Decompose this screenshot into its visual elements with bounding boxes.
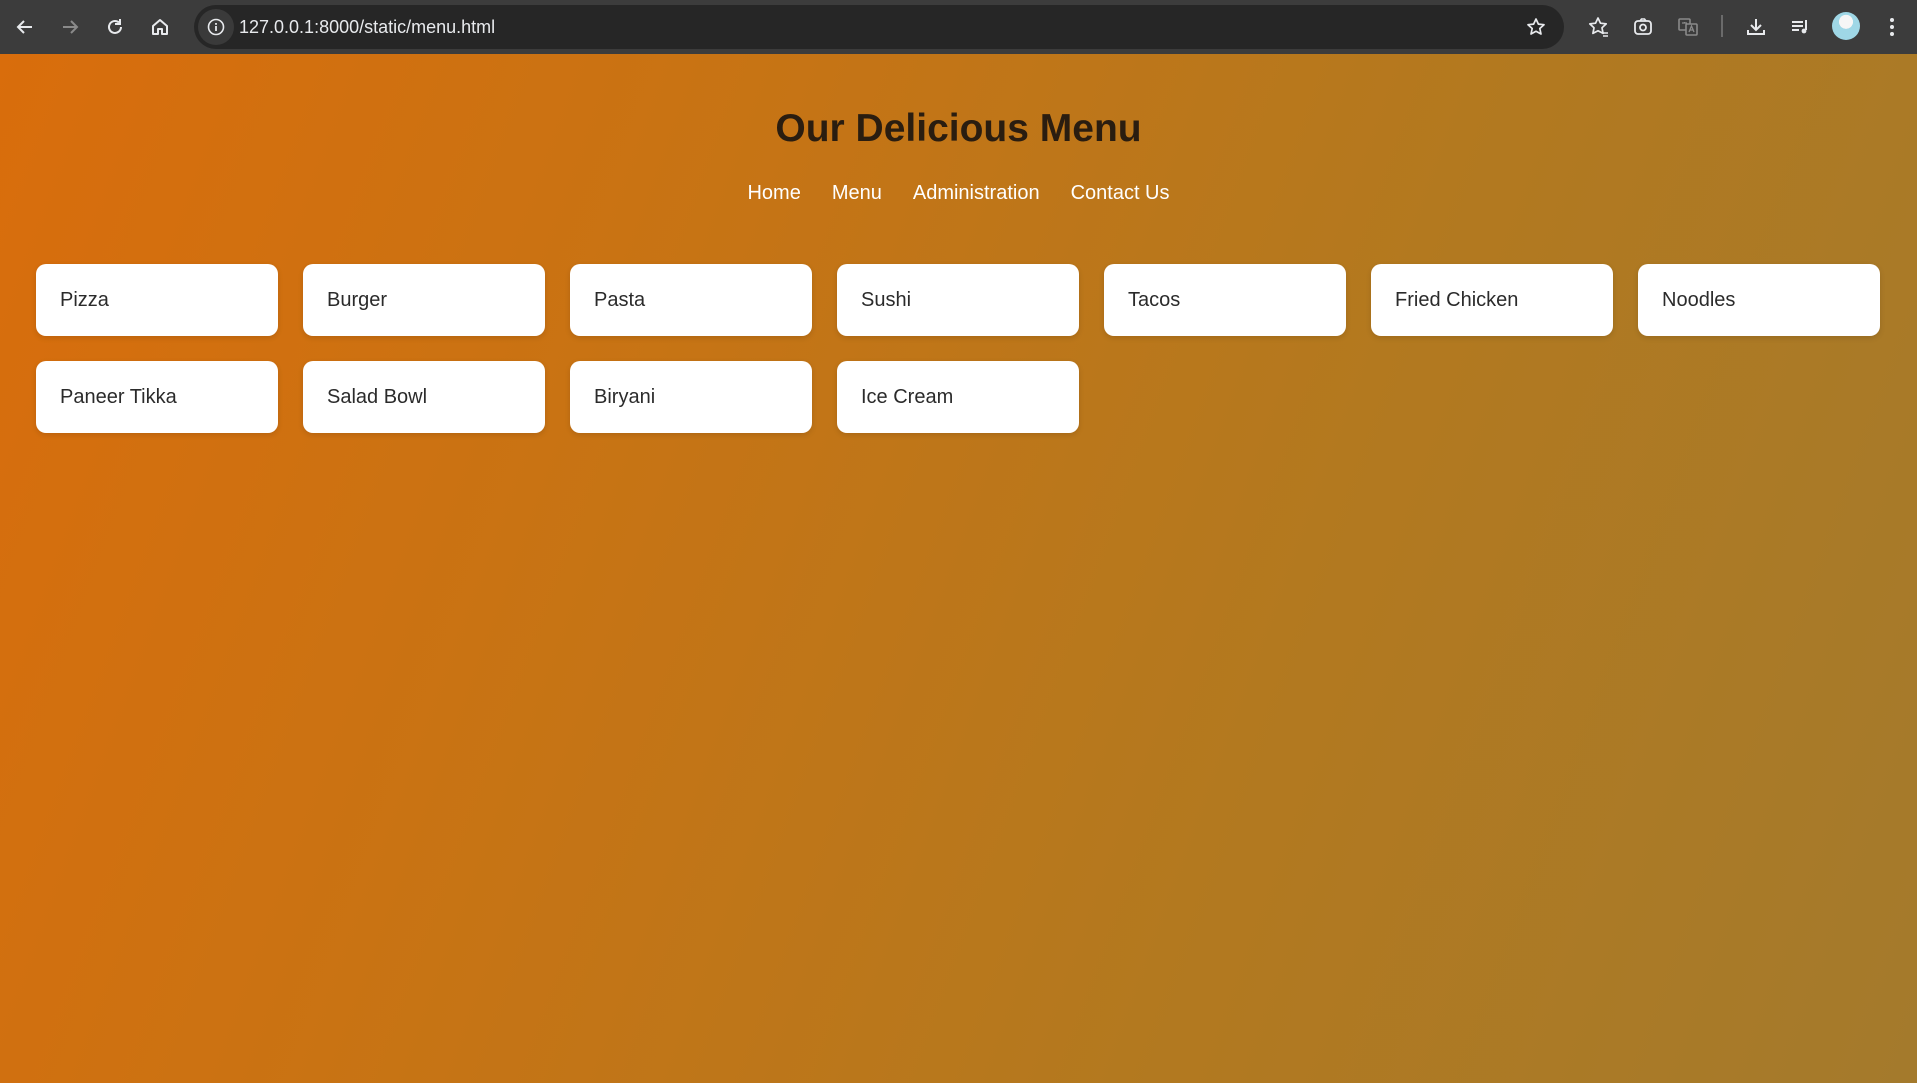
avatar[interactable] [1832, 12, 1860, 40]
reading-list-icon [1792, 20, 1807, 34]
bookmark-button[interactable] [1518, 9, 1554, 45]
menu-item-pizza[interactable]: Pizza [36, 264, 278, 336]
menu-item-biryani[interactable]: Biryani [570, 361, 812, 433]
back-arrow-icon [16, 20, 32, 34]
url-text[interactable]: 127.0.0.1:8000/static/menu.html [239, 5, 495, 49]
main-nav: Home Menu Administration Contact Us [0, 176, 1917, 210]
info-icon [207, 18, 225, 36]
camera-search-icon [1634, 18, 1652, 35]
menu-item-fried-chicken[interactable]: Fried Chicken [1371, 264, 1613, 336]
page-background: Our Delicious Menu Home Menu Administrat… [0, 54, 1917, 1083]
star-list-icon [1588, 17, 1608, 37]
toolbar-divider [1721, 15, 1723, 37]
forward-button[interactable] [50, 7, 90, 47]
menu-item-paneer-tikka[interactable]: Paneer Tikka [36, 361, 278, 433]
menu-item-noodles[interactable]: Noodles [1638, 264, 1880, 336]
nav-link-home[interactable]: Home [747, 176, 800, 210]
translate-button[interactable] [1668, 7, 1708, 47]
nav-link-menu[interactable]: Menu [832, 176, 882, 210]
menu-item-pasta[interactable]: Pasta [570, 264, 812, 336]
bookmarks-manager-button[interactable] [1578, 7, 1618, 47]
browser-menu-button[interactable] [1872, 7, 1912, 47]
download-icon [1747, 19, 1765, 35]
nav-link-contact-us[interactable]: Contact Us [1071, 176, 1170, 210]
forward-arrow-icon [63, 20, 79, 34]
address-bar[interactable]: 127.0.0.1:8000/static/menu.html [194, 5, 1564, 49]
menu-item-burger[interactable]: Burger [303, 264, 545, 336]
reading-list-button[interactable] [1780, 7, 1820, 47]
reload-button[interactable] [95, 7, 135, 47]
page-title: Our Delicious Menu [775, 107, 1142, 150]
menu-item-tacos[interactable]: Tacos [1104, 264, 1346, 336]
browser-toolbar: 127.0.0.1:8000/static/menu.html [0, 0, 1917, 54]
lens-button[interactable] [1623, 7, 1663, 47]
reload-icon [108, 19, 122, 34]
home-icon [152, 19, 168, 35]
star-icon [1527, 18, 1545, 35]
home-button[interactable] [140, 7, 180, 47]
downloads-button[interactable] [1736, 7, 1776, 47]
menu-item-sushi[interactable]: Sushi [837, 264, 1079, 336]
menu-grid: Pizza Burger Pasta Sushi Tacos Fried Chi… [36, 264, 1880, 433]
translate-icon [1678, 18, 1698, 36]
site-info-button[interactable] [198, 9, 234, 45]
nav-link-administration[interactable]: Administration [913, 176, 1040, 210]
back-button[interactable] [5, 7, 45, 47]
menu-item-salad-bowl[interactable]: Salad Bowl [303, 361, 545, 433]
menu-item-ice-cream[interactable]: Ice Cream [837, 361, 1079, 433]
kebab-menu-icon [1890, 18, 1894, 36]
